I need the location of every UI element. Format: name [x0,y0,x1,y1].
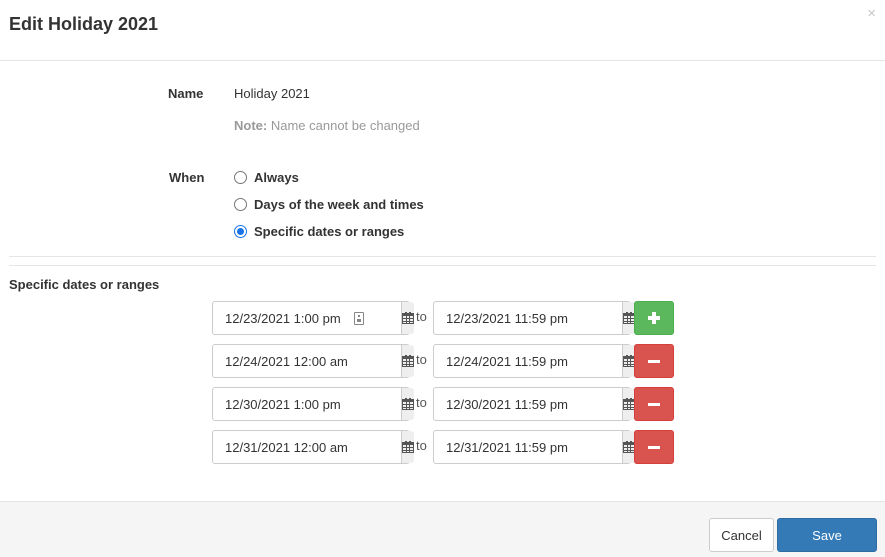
to-separator: to [416,438,427,453]
divider [9,265,876,266]
save-button[interactable]: Save [777,518,877,552]
contact-card-icon[interactable] [354,312,364,325]
note-prefix: Note: [234,118,268,133]
minus-icon [648,359,660,363]
to-date-input[interactable] [434,388,622,420]
from-calendar-button[interactable] [401,345,414,377]
dialog-header: Edit Holiday 2021 × [0,0,885,61]
from-date-input[interactable] [213,345,401,377]
dialog-footer: Cancel Save [0,501,885,557]
to-date-group [433,387,635,421]
when-label: When [169,170,205,185]
from-calendar-button[interactable] [401,431,414,463]
from-date-input[interactable] [213,388,401,420]
to-date-group [433,301,635,335]
section-title: Specific dates or ranges [9,277,160,292]
remove-range-button[interactable] [634,344,674,378]
to-date-input[interactable] [434,345,622,377]
cancel-button[interactable]: Cancel [709,518,774,552]
from-date-input[interactable] [213,431,401,463]
calendar-icon [402,355,414,367]
to-date-group [433,430,635,464]
to-date-input[interactable] [434,302,622,334]
to-separator: to [416,309,427,324]
date-range-row: to [212,344,682,378]
plus-icon [648,312,660,324]
minus-icon [648,402,660,406]
date-range-row: to [212,301,682,335]
radio-label: Days of the week and times [254,197,424,212]
remove-range-button[interactable] [634,387,674,421]
to-date-group [433,344,635,378]
from-date-input[interactable] [213,302,401,334]
minus-icon [648,445,660,449]
dialog-title: Edit Holiday 2021 [9,14,159,34]
to-separator: to [416,352,427,367]
date-range-row: to [212,430,682,464]
radio-days-of-week[interactable]: Days of the week and times [234,197,424,212]
radio-always[interactable]: Always [234,170,299,185]
radio-label: Always [254,170,299,185]
name-label: Name [168,86,204,101]
radio-button[interactable] [234,171,247,184]
note-text: Name cannot be changed [270,118,420,133]
add-range-button[interactable] [634,301,674,335]
name-value: Holiday 2021 [234,86,310,101]
from-date-group [212,301,414,335]
radio-label: Specific dates or ranges [254,224,405,239]
name-note: Note: Name cannot be changed [234,118,420,133]
from-date-group [212,430,414,464]
divider [9,256,876,257]
radio-specific-dates[interactable]: Specific dates or ranges [234,224,404,239]
calendar-icon [402,398,414,410]
radio-button-selected[interactable] [234,225,247,238]
remove-range-button[interactable] [634,430,674,464]
date-range-row: to [212,387,682,421]
to-separator: to [416,395,427,410]
calendar-icon [402,312,414,324]
radio-button[interactable] [234,198,247,211]
from-date-group [212,344,414,378]
from-calendar-button[interactable] [401,302,414,334]
calendar-icon [402,441,414,453]
to-date-input[interactable] [434,431,622,463]
from-calendar-button[interactable] [401,388,414,420]
close-icon[interactable]: × [867,6,876,22]
from-date-group [212,387,414,421]
